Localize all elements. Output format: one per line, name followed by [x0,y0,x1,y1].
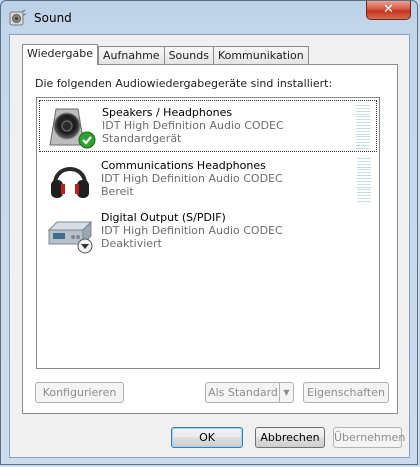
tab-strip: Wiedergabe Aufnahme Sounds Kommunikation [22,44,309,65]
tab-aufnahme[interactable]: Aufnahme [98,46,164,64]
device-driver: IDT High Definition Audio CODEC [101,224,283,237]
device-name: Speakers / Headphones [102,106,233,119]
playback-tab-panel: Die folgenden Audiowiedergabegeräte sind… [22,64,398,414]
close-icon: ✕ [383,2,394,17]
headphones-icon [51,167,89,198]
configure-button[interactable]: Konfigurieren [35,382,124,403]
panel-caption: Die folgenden Audiowiedergabegeräte sind… [35,77,333,90]
volume-meter [357,158,371,202]
title-bar[interactable]: Sound ✕ [1,1,417,35]
dialog-client-area: Wiedergabe Aufnahme Sounds Kommunikation… [9,34,410,458]
set-default-label: Als Standard [208,386,278,399]
cancel-button[interactable]: Abbrechen [255,427,325,448]
volume-meter [356,105,370,149]
device-status: Standardgerät [102,132,182,145]
device-list[interactable]: Speakers / Headphones IDT High Definitio… [36,97,380,369]
ok-button[interactable]: OK [171,427,243,448]
window-title: Sound [34,11,72,25]
device-item-headphones[interactable]: Communications Headphones IDT High Defin… [39,154,377,206]
properties-button[interactable]: Eigenschaften [303,382,389,403]
device-driver: IDT High Definition Audio CODEC [101,172,283,185]
device-item-digital-output[interactable]: Digital Output (S/PDIF) IDT High Definit… [39,206,377,258]
tab-sounds[interactable]: Sounds [163,46,213,64]
default-check-icon [78,131,96,149]
device-name: Digital Output (S/PDIF) [101,211,226,224]
disabled-arrow-icon [77,238,93,254]
sound-dialog-window: Sound ✕ Wiedergabe Aufnahme Sounds Kommu… [0,0,418,465]
apply-button[interactable]: Übernehmen [333,427,405,448]
device-item-speakers[interactable]: Speakers / Headphones IDT High Definitio… [39,100,377,152]
chevron-down-icon[interactable]: ▼ [279,383,293,402]
device-status: Bereit [101,185,134,198]
close-button[interactable]: ✕ [366,1,411,20]
tab-kommunikation[interactable]: Kommunikation [212,46,309,64]
device-name: Communications Headphones [101,159,266,172]
device-driver: IDT High Definition Audio CODEC [102,119,284,132]
set-default-button[interactable]: Als Standard ▼ [205,382,294,403]
device-status: Deaktiviert [101,237,162,250]
sound-app-icon [9,9,27,26]
tab-wiedergabe[interactable]: Wiedergabe [22,44,99,65]
